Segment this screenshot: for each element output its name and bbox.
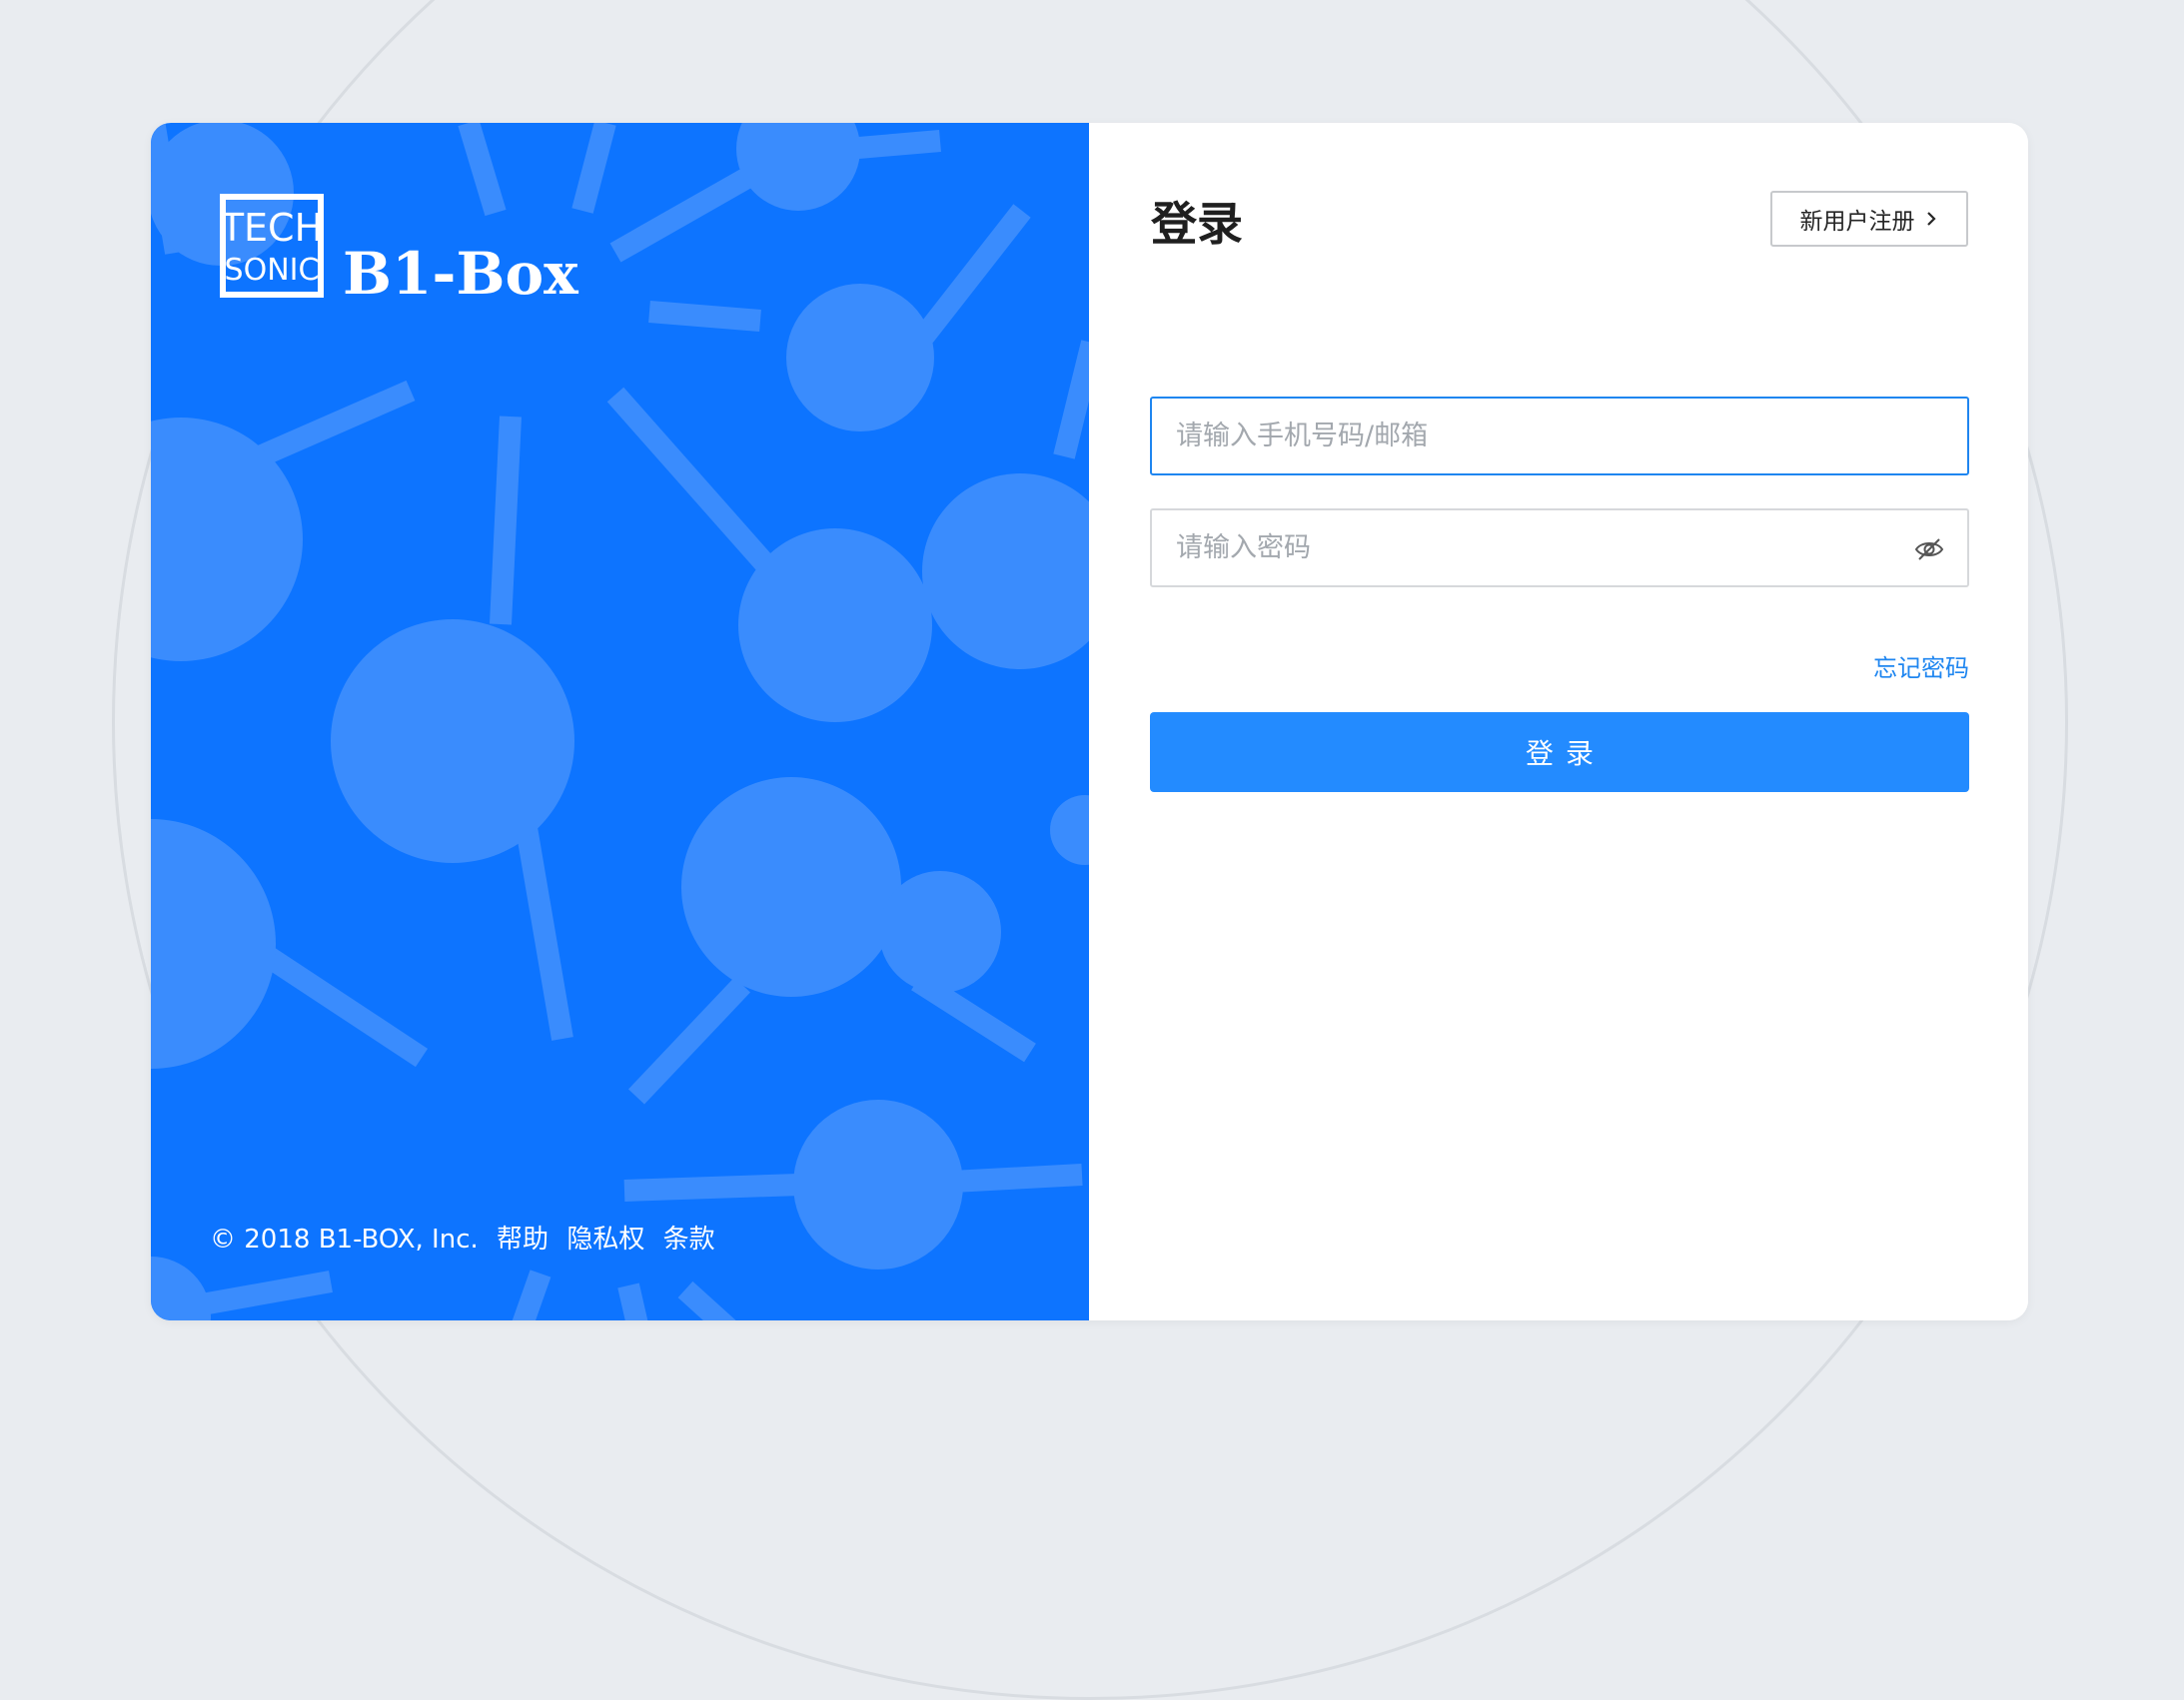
register-button[interactable]: 新用户注册 <box>1770 191 1968 247</box>
svg-text:TECH: TECH <box>220 206 323 250</box>
copyright-footer: © 2018 B1-BOX, Inc. 帮助 隐私权 条款 <box>210 1219 725 1256</box>
password-field[interactable] <box>1150 508 1969 587</box>
svg-text:B1-Box: B1-Box <box>343 240 578 305</box>
chevron-right-icon <box>1926 212 1936 226</box>
account-field[interactable] <box>1150 397 1969 475</box>
copyright-text: © 2018 B1-BOX, Inc. <box>210 1225 479 1255</box>
account-input[interactable] <box>1152 399 1967 473</box>
register-label: 新用户注册 <box>1799 209 1915 235</box>
privacy-link[interactable]: 隐私权 <box>566 1225 644 1255</box>
brand-panel: TECH SONIC B1-Box © 2018 B1-BOX, Inc. 帮助… <box>151 123 1089 1320</box>
login-panel: 登录 新用户注册 忘记密码 登录 <box>1089 123 2028 1320</box>
svg-text:SONIC: SONIC <box>225 253 320 288</box>
login-card: TECH SONIC B1-Box © 2018 B1-BOX, Inc. 帮助… <box>151 123 2028 1320</box>
help-link[interactable]: 帮助 <box>497 1225 548 1255</box>
techsonic-logo: TECH SONIC B1-Box <box>220 194 578 305</box>
login-button[interactable]: 登录 <box>1150 712 1969 792</box>
forgot-password-link[interactable]: 忘记密码 <box>1873 648 1969 683</box>
page-title: 登录 <box>1151 197 1243 251</box>
eye-off-icon[interactable] <box>1913 533 1945 565</box>
terms-link[interactable]: 条款 <box>663 1225 715 1255</box>
password-input[interactable] <box>1152 510 1967 585</box>
